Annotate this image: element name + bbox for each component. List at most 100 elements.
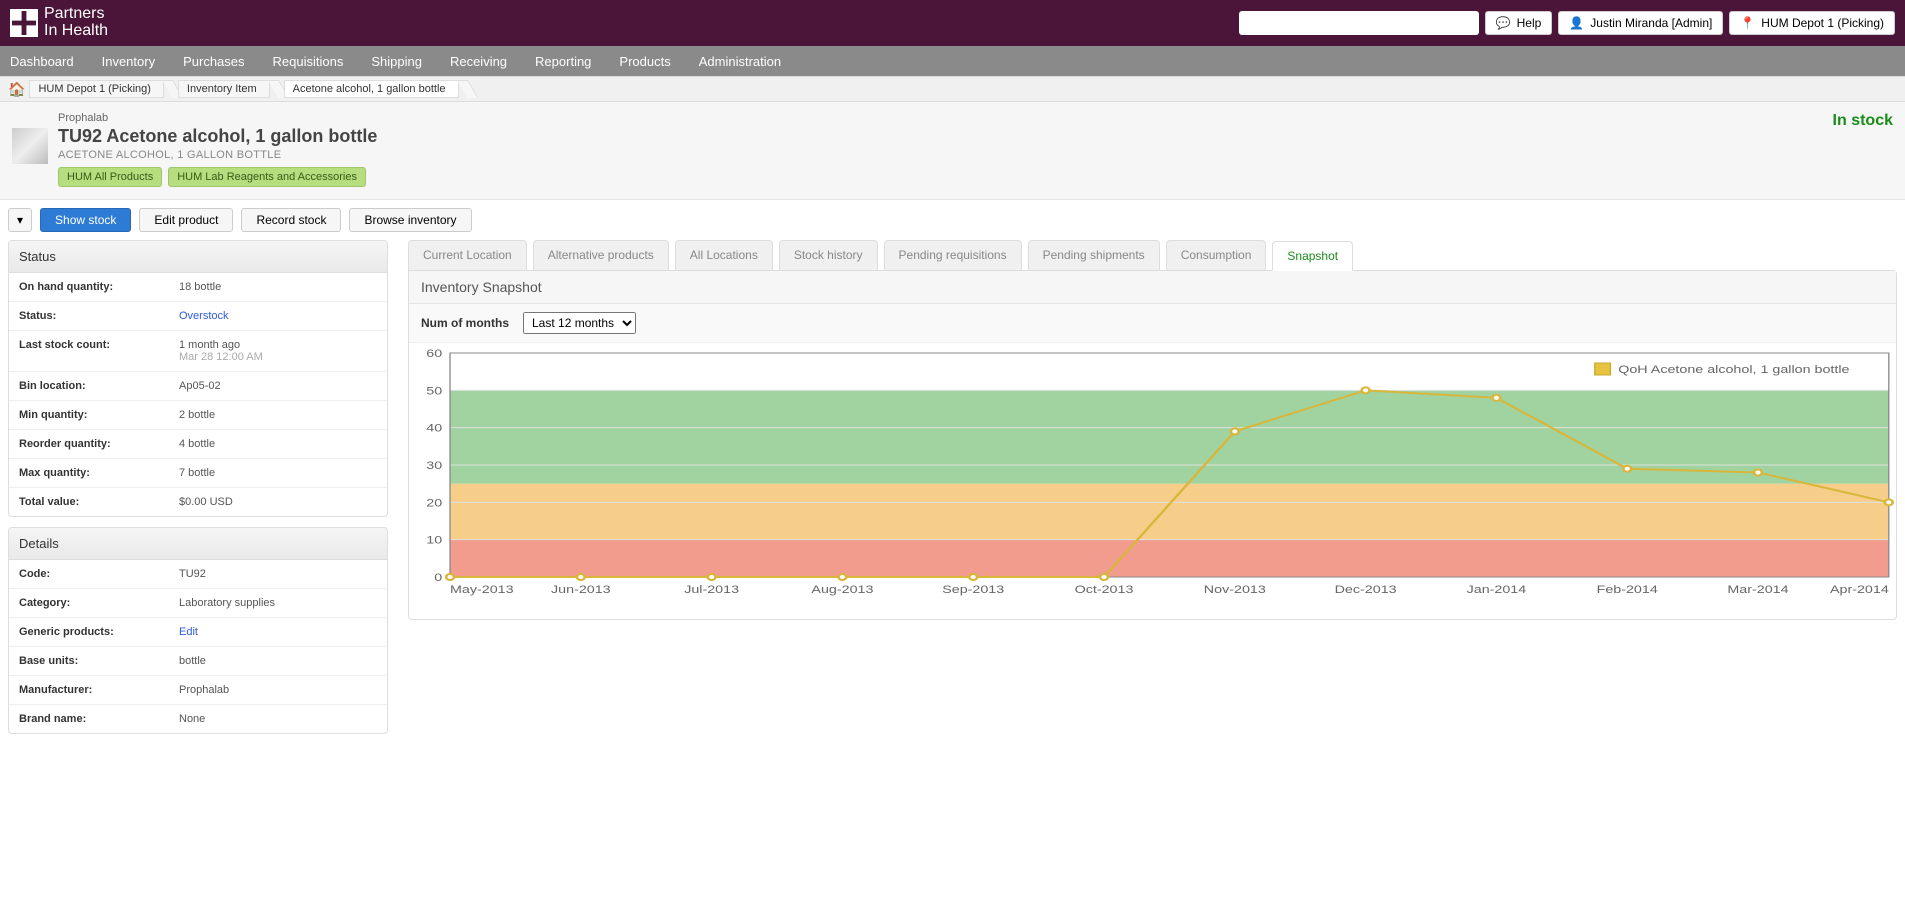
nav-item-dashboard[interactable]: Dashboard [10,54,74,69]
actions-dropdown[interactable]: ▾ [8,208,32,232]
tab-body: Inventory Snapshot Num of months Last 12… [408,270,1897,620]
tab-snapshot[interactable]: Snapshot [1272,241,1353,271]
tab-pending-requisitions[interactable]: Pending requisitions [884,240,1022,270]
nav-item-inventory[interactable]: Inventory [102,54,155,69]
last-count-value: 1 month agoMar 28 12:00 AM [169,331,387,371]
nav-item-products[interactable]: Products [619,54,670,69]
location-button[interactable]: 📍 HUM Depot 1 (Picking) [1729,11,1895,35]
category-value: Laboratory supplies [169,589,387,617]
breadcrumb-item[interactable]: Inventory Item [178,80,270,98]
brand-logo-icon [10,9,38,37]
location-label: HUM Depot 1 (Picking) [1761,16,1884,30]
pin-icon: 📍 [1740,16,1755,30]
max-value: 7 bottle [169,459,387,487]
brand-text: Partners In Health [44,6,108,40]
status-panel-title: Status [9,241,387,273]
mfr-value: Prophalab [169,676,387,704]
code-value: TU92 [169,560,387,588]
num-months-select[interactable]: Last 12 months [523,312,636,334]
product-image [12,128,48,164]
mfr-label: Manufacturer: [9,676,169,704]
brand-name-2: In Health [44,23,108,40]
min-value: 2 bottle [169,401,387,429]
product-title: TU92 Acetone alcohol, 1 gallon bottle [58,126,377,147]
topbar: Partners In Health 🔍 💬 Help 👤 Justin Mir… [0,0,1905,46]
user-button[interactable]: 👤 Justin Miranda [Admin] [1558,11,1723,35]
max-label: Max quantity: [9,459,169,487]
stock-status: In stock [1833,112,1893,187]
tab-stock-history[interactable]: Stock history [779,240,878,270]
help-icon: 💬 [1496,16,1511,30]
min-label: Min quantity: [9,401,169,429]
product-tags: HUM All Products HUM Lab Reagents and Acc… [58,167,377,187]
show-stock-button[interactable]: Show stock [40,208,131,232]
svg-text:Feb-2014: Feb-2014 [1597,583,1658,596]
snapshot-controls: Num of months Last 12 months [409,304,1896,343]
product-tag[interactable]: HUM All Products [58,167,162,187]
total-value: $0.00 USD [169,488,387,516]
tab-all-locations[interactable]: All Locations [675,240,773,270]
generic-value[interactable]: Edit [169,618,387,646]
reorder-value: 4 bottle [169,430,387,458]
browse-inventory-button[interactable]: Browse inventory [349,208,471,232]
svg-text:0: 0 [434,571,442,584]
user-icon: 👤 [1569,16,1584,30]
brand-label: Brand name: [9,705,169,733]
brand-logo: Partners In Health [10,6,108,40]
product-tag[interactable]: HUM Lab Reagents and Accessories [168,167,366,187]
svg-text:Apr-2014: Apr-2014 [1830,583,1889,596]
svg-text:Jun-2013: Jun-2013 [551,583,611,596]
breadcrumb-item[interactable]: HUM Depot 1 (Picking) [29,80,163,98]
svg-text:Oct-2013: Oct-2013 [1075,583,1134,596]
base-label: Base units: [9,647,169,675]
svg-text:Mar-2014: Mar-2014 [1727,583,1788,596]
tab-current-location[interactable]: Current Location [408,240,527,270]
breadcrumb-item[interactable]: Acetone alcohol, 1 gallon bottle [284,80,459,98]
on-hand-value: 18 bottle [169,273,387,301]
topbar-right: 🔍 💬 Help 👤 Justin Miranda [Admin] 📍 HUM … [1239,11,1895,35]
nav-item-receiving[interactable]: Receiving [450,54,507,69]
details-panel: Details Code:TU92 Category:Laboratory su… [8,527,388,734]
num-months-label: Num of months [421,316,509,330]
details-panel-title: Details [9,528,387,560]
home-icon[interactable]: 🏠 [8,81,25,98]
tab-alternative-products[interactable]: Alternative products [533,240,669,270]
tab-pending-shipments[interactable]: Pending shipments [1028,240,1160,270]
tabset: Current LocationAlternative productsAll … [408,240,1897,270]
bin-label: Bin location: [9,372,169,400]
edit-product-button[interactable]: Edit product [139,208,233,232]
total-label: Total value: [9,488,169,516]
tab-consumption[interactable]: Consumption [1166,240,1267,270]
help-label: Help [1517,16,1542,30]
svg-text:Jan-2014: Jan-2014 [1467,583,1527,596]
svg-text:30: 30 [426,459,442,472]
base-value: bottle [169,647,387,675]
svg-text:Sep-2013: Sep-2013 [942,583,1004,596]
svg-text:40: 40 [426,421,442,434]
main-layout: Status On hand quantity:18 bottle Status… [0,240,1905,764]
svg-text:Dec-2013: Dec-2013 [1335,583,1397,596]
search-input[interactable] [1239,11,1479,35]
on-hand-label: On hand quantity: [9,273,169,301]
svg-text:10: 10 [426,533,442,546]
last-count-sub: Mar 28 12:00 AM [179,351,377,363]
search-wrap: 🔍 [1239,11,1479,35]
svg-text:20: 20 [426,496,442,509]
product-subtitle: ACETONE ALCOHOL, 1 GALLON BOTTLE [58,149,377,161]
category-label: Category: [9,589,169,617]
nav-item-purchases[interactable]: Purchases [183,54,244,69]
status-value[interactable]: Overstock [169,302,387,330]
svg-text:Aug-2013: Aug-2013 [811,583,873,596]
record-stock-button[interactable]: Record stock [241,208,341,232]
svg-text:50: 50 [426,384,442,397]
inventory-chart: 0102030405060May-2013Jun-2013Jul-2013Aug… [409,343,1896,604]
nav-item-requisitions[interactable]: Requisitions [273,54,344,69]
help-button[interactable]: 💬 Help [1485,11,1553,35]
nav-item-shipping[interactable]: Shipping [371,54,422,69]
action-toolbar: ▾ Show stock Edit product Record stock B… [0,200,1905,240]
brand-name-1: Partners [44,6,108,23]
nav-item-reporting[interactable]: Reporting [535,54,591,69]
supplier-name: Prophalab [58,112,377,124]
code-label: Code: [9,560,169,588]
nav-item-administration[interactable]: Administration [699,54,781,69]
